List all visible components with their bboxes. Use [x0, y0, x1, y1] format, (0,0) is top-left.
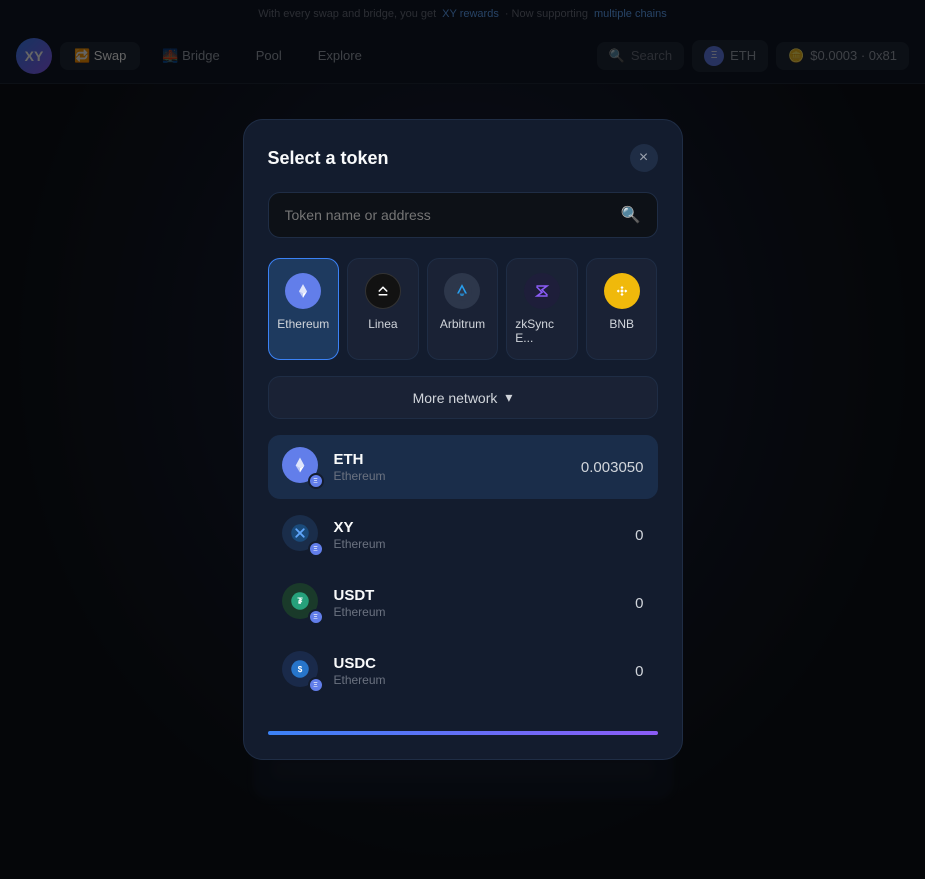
- search-input[interactable]: [285, 207, 611, 223]
- token-balance-xy: 0: [635, 527, 643, 544]
- more-network-button[interactable]: More network ▾: [268, 376, 658, 419]
- token-item-1inch[interactable]: 1↔ Ξ 1INCH Ethereum 0: [268, 707, 658, 715]
- modal-overlay: Select a token × 🔍 Ethere: [0, 0, 925, 879]
- modal-title: Select a token: [268, 148, 389, 169]
- token-item-usdt[interactable]: ₮ Ξ USDT Ethereum 0: [268, 571, 658, 635]
- network-chip-ethereum[interactable]: Ethereum: [268, 258, 340, 360]
- token-info-eth: ETH Ethereum: [334, 451, 581, 483]
- token-info-xy: XY Ethereum: [334, 519, 636, 551]
- network-label-ethereum: Ethereum: [277, 317, 329, 331]
- network-label-zksync: zkSync E...: [515, 317, 569, 345]
- network-label-arbitrum: Arbitrum: [440, 317, 485, 331]
- token-network-xy: Ethereum: [334, 537, 636, 551]
- token-symbol-eth: ETH: [334, 451, 581, 468]
- token-icon-xy: Ξ: [282, 515, 322, 555]
- zksync-icon: [524, 273, 560, 309]
- more-network-label: More network: [413, 390, 498, 406]
- svg-text:₮: ₮: [297, 596, 303, 606]
- token-icon-usdt: ₮ Ξ: [282, 583, 322, 623]
- usdt-sub-icon: Ξ: [308, 609, 324, 625]
- token-symbol-usdt: USDT: [334, 587, 636, 604]
- network-chip-zksync[interactable]: zkSync E...: [506, 258, 578, 360]
- token-info-usdc: USDC Ethereum: [334, 655, 636, 687]
- arbitrum-icon: [444, 273, 480, 309]
- linea-icon: [365, 273, 401, 309]
- network-chip-arbitrum[interactable]: Arbitrum: [427, 258, 499, 360]
- modal-close-button[interactable]: ×: [630, 144, 658, 172]
- network-chip-bnb[interactable]: BNB: [586, 258, 658, 360]
- search-icon: 🔍: [621, 205, 641, 225]
- token-item-eth[interactable]: Ξ ETH Ethereum 0.003050: [268, 435, 658, 499]
- network-selector: Ethereum Linea: [268, 258, 658, 360]
- token-symbol-xy: XY: [334, 519, 636, 536]
- token-item-xy[interactable]: Ξ XY Ethereum 0: [268, 503, 658, 567]
- token-network-usdt: Ethereum: [334, 605, 636, 619]
- token-list: Ξ ETH Ethereum 0.003050 Ξ: [268, 435, 658, 715]
- token-balance-usdc: 0: [635, 663, 643, 680]
- token-symbol-usdc: USDC: [334, 655, 636, 672]
- select-token-modal: Select a token × 🔍 Ethere: [243, 119, 683, 760]
- network-label-bnb: BNB: [609, 317, 634, 331]
- modal-header: Select a token ×: [268, 144, 658, 172]
- svg-text:$: $: [297, 665, 302, 674]
- token-balance-eth: 0.003050: [581, 459, 644, 476]
- scroll-indicator: [268, 731, 658, 735]
- bnb-icon: [604, 273, 640, 309]
- network-label-linea: Linea: [368, 317, 397, 331]
- token-icon-eth: Ξ: [282, 447, 322, 487]
- close-icon: ×: [639, 149, 648, 167]
- token-info-usdt: USDT Ethereum: [334, 587, 636, 619]
- token-balance-usdt: 0: [635, 595, 643, 612]
- usdc-sub-icon: Ξ: [308, 677, 324, 693]
- token-icon-usdc: $ Ξ: [282, 651, 322, 691]
- chevron-down-icon: ▾: [505, 389, 512, 406]
- token-network-eth: Ethereum: [334, 469, 581, 483]
- token-item-usdc[interactable]: $ Ξ USDC Ethereum 0: [268, 639, 658, 703]
- xy-sub-icon: Ξ: [308, 541, 324, 557]
- ethereum-icon: [285, 273, 321, 309]
- search-box[interactable]: 🔍: [268, 192, 658, 238]
- eth-sub-icon: Ξ: [308, 473, 324, 489]
- network-chip-linea[interactable]: Linea: [347, 258, 419, 360]
- token-network-usdc: Ethereum: [334, 673, 636, 687]
